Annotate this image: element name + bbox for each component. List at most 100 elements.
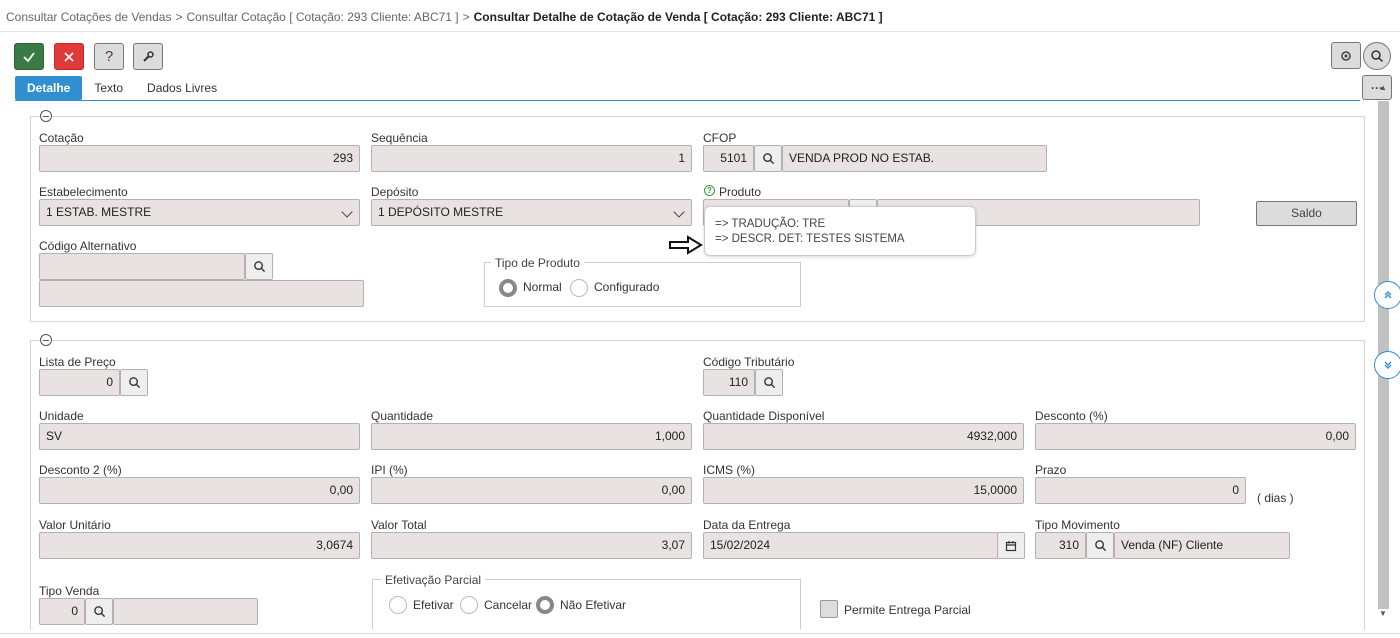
confirm-button[interactable] (14, 43, 44, 70)
cfop-label: CFOP (703, 131, 737, 145)
radio-efetivar[interactable] (389, 596, 407, 614)
tab-detalhe[interactable]: Detalhe (15, 76, 83, 100)
scroll-bottom-button[interactable] (1374, 351, 1400, 379)
cfop-search-button[interactable] (754, 145, 782, 172)
tab-bar: Detalhe Texto Dados Livres (15, 76, 229, 100)
settings-button[interactable] (1331, 42, 1361, 69)
check-icon (23, 51, 35, 62)
valor-unitario-field[interactable]: 3,0674 (39, 532, 360, 559)
valor-total-label: Valor Total (371, 518, 427, 532)
produto-tooltip: => TRADUÇÃO: TRE => DESCR. DET: TESTES S… (704, 206, 976, 256)
collapse-icon[interactable] (40, 334, 52, 346)
codigo-tributario-field[interactable]: 110 (703, 369, 755, 396)
tipo-venda-label: Tipo Venda (39, 584, 100, 598)
scroll-up-icon[interactable]: ▲ (1379, 83, 1387, 92)
tipo-movimento-code-field[interactable]: 310 (1035, 532, 1086, 559)
tooltip-line: => TRADUÇÃO: TRE (715, 218, 826, 230)
collapse-icon[interactable] (40, 110, 52, 122)
tab-dados-livres[interactable]: Dados Livres (135, 76, 229, 100)
help-circle-icon[interactable]: ? (704, 185, 715, 196)
icms-label: ICMS (%) (703, 463, 755, 477)
radio-cancelar[interactable] (460, 596, 478, 614)
breadcrumb-separator: > (462, 10, 470, 24)
saldo-button[interactable]: Saldo (1256, 201, 1357, 226)
codigo-alternativo-field[interactable] (39, 253, 245, 280)
lista-preco-field[interactable]: 0 (39, 369, 120, 396)
tab-underline (15, 100, 1360, 101)
breadcrumb-separator: > (175, 10, 183, 24)
divider (0, 633, 1400, 634)
search-icon (253, 261, 265, 273)
efetivacao-parcial-title: Efetivação Parcial (381, 573, 486, 587)
divider (0, 31, 1400, 32)
prazo-field[interactable]: 0 (1035, 477, 1246, 504)
lista-preco-search-button[interactable] (120, 369, 148, 396)
unidade-field[interactable]: SV (39, 423, 360, 450)
ipi-label: IPI (%) (371, 463, 408, 477)
permite-entrega-parcial-checkbox[interactable] (820, 600, 838, 618)
scroll-top-button[interactable] (1374, 281, 1400, 309)
desconto-field[interactable]: 0,00 (1035, 423, 1356, 450)
desconto2-field[interactable]: 0,00 (39, 477, 360, 504)
radio-nao-efetivar[interactable] (536, 596, 554, 614)
breadcrumb-link-cotacoes[interactable]: Consultar Cotações de Vendas (6, 10, 171, 24)
radio-normal-label: Normal (523, 280, 562, 294)
tipo-movimento-label: Tipo Movimento (1035, 518, 1120, 532)
cfop-code-field[interactable]: 5101 (703, 145, 754, 172)
radio-efetivar-label: Efetivar (413, 598, 454, 612)
scroll-down-icon[interactable]: ▼ (1379, 609, 1387, 618)
search-button[interactable] (1363, 42, 1391, 70)
tab-texto[interactable]: Texto (82, 76, 135, 100)
radio-configurado-label: Configurado (594, 280, 660, 294)
search-icon (763, 377, 775, 389)
search-icon (128, 377, 140, 389)
search-icon (762, 153, 774, 165)
ipi-field[interactable]: 0,00 (371, 477, 692, 504)
help-button[interactable]: ? (94, 43, 124, 70)
calendar-icon (1005, 540, 1017, 551)
chevron-down-icon (673, 206, 685, 218)
prazo-label: Prazo (1035, 463, 1067, 477)
radio-configurado[interactable] (570, 279, 588, 297)
prazo-unit: ( dias ) (1257, 491, 1294, 505)
more-options-button[interactable]: ··· (1362, 75, 1392, 100)
valor-total-field[interactable]: 3,07 (371, 532, 692, 559)
codigo-alternativo-search-button[interactable] (245, 253, 273, 280)
tooltip-line: => DESCR. DET: TESTES SISTEMA (715, 233, 905, 245)
breadcrumb: Consultar Cotações de Vendas > Consultar C… (6, 10, 883, 24)
deposito-label: Depósito (371, 185, 419, 199)
chevron-down-icon (341, 206, 353, 218)
codigo-tributario-search-button[interactable] (755, 369, 783, 396)
help-icon: ? (104, 48, 114, 65)
gear-icon (1341, 50, 1351, 61)
search-icon (1371, 50, 1384, 63)
search-icon (93, 606, 105, 618)
valor-unitario-label: Valor Unitário (39, 518, 111, 532)
quantidade-label: Quantidade (371, 409, 434, 423)
radio-normal[interactable] (499, 279, 517, 297)
tools-button[interactable] (133, 43, 163, 70)
quantidade-disponivel-field[interactable]: 4932,000 (703, 423, 1024, 450)
produto-label: Produto (719, 185, 762, 199)
calendar-button[interactable] (997, 532, 1025, 559)
tipo-venda-description-field (113, 598, 258, 625)
tipo-movimento-search-button[interactable] (1086, 532, 1114, 559)
arrow-right-icon (669, 235, 703, 255)
wrench-icon (143, 50, 154, 62)
lista-preco-label: Lista de Preço (39, 355, 116, 369)
breadcrumb-link-cotacao[interactable]: Consultar Cotação [ Cotação: 293 Cliente… (186, 10, 458, 24)
deposito-select[interactable]: 1 DEPÓSITO MESTRE (371, 199, 692, 226)
permite-entrega-parcial-label: Permite Entrega Parcial (844, 603, 971, 617)
search-icon (1094, 540, 1106, 552)
unidade-label: Unidade (39, 409, 84, 423)
sequencia-label: Sequência (371, 131, 428, 145)
tipo-venda-search-button[interactable] (85, 598, 113, 625)
data-entrega-field[interactable]: 15/02/2024 (703, 532, 998, 559)
estabelecimento-select[interactable]: 1 ESTAB. MESTRE (39, 199, 360, 226)
sequencia-field[interactable]: 1 (371, 145, 692, 172)
tipo-venda-code-field[interactable]: 0 (39, 598, 85, 625)
cotacao-field[interactable]: 293 (39, 145, 360, 172)
icms-field[interactable]: 15,0000 (703, 477, 1024, 504)
cancel-button[interactable] (54, 43, 84, 70)
quantidade-field[interactable]: 1,000 (371, 423, 692, 450)
